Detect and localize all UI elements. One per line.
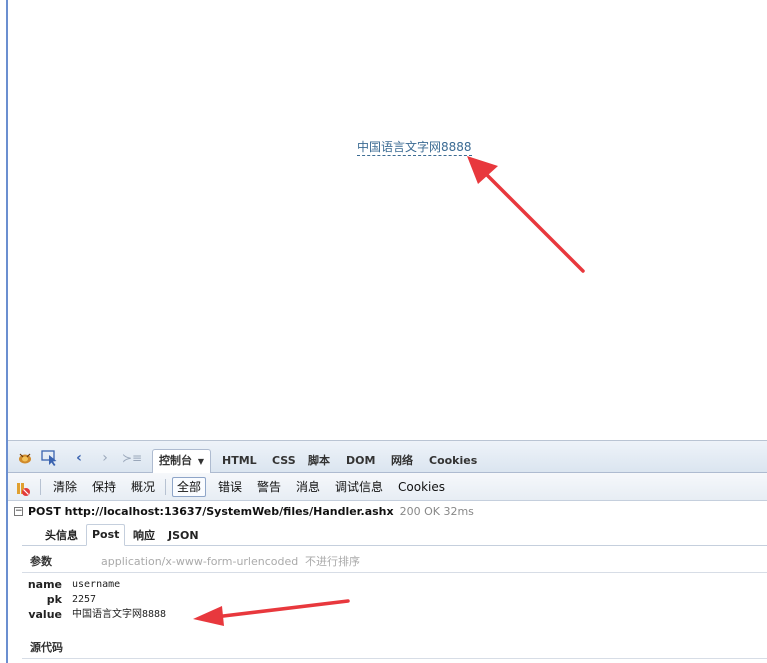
subtab-headers[interactable]: 头信息 xyxy=(40,527,83,544)
annotation-arrow-top xyxy=(467,156,585,273)
forward-icon[interactable]: › xyxy=(96,449,114,467)
source-header: 源代码 xyxy=(22,639,767,659)
back-icon[interactable]: ‹ xyxy=(70,449,88,467)
toolbar-separator xyxy=(40,479,41,495)
firebug-tab-bar: ‹ › ≻≡ 控制台 ▼ HTML CSS 脚本 DOM 网络 Cookies xyxy=(8,441,767,474)
chevron-down-icon[interactable]: ▼ xyxy=(198,457,204,466)
param-value: username xyxy=(72,579,121,590)
request-url: POST http://localhost:13637/SystemWeb/fi… xyxy=(28,505,394,518)
param-value: 2257 xyxy=(72,594,97,605)
persist-button[interactable]: 保持 xyxy=(88,478,120,496)
tab-dom[interactable]: DOM xyxy=(340,451,381,471)
toolbar-separator xyxy=(165,479,166,495)
no-sort-link[interactable]: 不进行排序 xyxy=(305,553,360,570)
subtab-json[interactable]: JSON xyxy=(163,527,204,544)
source-heading: 源代码 xyxy=(30,641,63,654)
params-header: 参数 application/x-www-form-urlencoded 不进行… xyxy=(22,553,767,573)
filter-info-button[interactable]: 消息 xyxy=(292,478,324,496)
param-name: pk xyxy=(46,593,62,606)
pause-break-icon[interactable] xyxy=(14,480,32,498)
request-status: 200 OK 32ms xyxy=(399,505,474,518)
screenshot-root: 中国语言文字网8888 ‹ › ≻≡ 控制台 ▼ HTML CSS 脚本 DOM… xyxy=(0,0,767,663)
param-value: 中国语言文字网8888 xyxy=(72,609,167,620)
request-entry[interactable]: − POST http://localhost:13637/SystemWeb/f… xyxy=(14,505,474,519)
filter-cookies-button[interactable]: Cookies xyxy=(394,478,449,496)
request-subtabs: 头信息 Post 响应 JSON xyxy=(22,524,767,546)
tab-css[interactable]: CSS xyxy=(266,451,302,471)
content-type-label: application/x-www-form-urlencoded xyxy=(101,555,299,568)
filter-errors-button[interactable]: 错误 xyxy=(214,478,246,496)
filter-all-button[interactable]: 全部 xyxy=(172,477,207,497)
filter-warnings-button[interactable]: 警告 xyxy=(253,478,285,496)
tab-console-label: 控制台 xyxy=(159,454,192,467)
params-heading: 参数 xyxy=(30,555,52,568)
collapse-toggle-icon[interactable]: − xyxy=(14,506,23,516)
console-toolbar xyxy=(8,473,767,501)
param-name: value xyxy=(28,608,62,621)
inspect-element-icon[interactable] xyxy=(41,449,59,467)
firebug-panel: ‹ › ≻≡ 控制台 ▼ HTML CSS 脚本 DOM 网络 Cookies xyxy=(8,440,767,663)
command-line-icon[interactable]: ≻≡ xyxy=(122,449,142,467)
subtab-post[interactable]: Post xyxy=(86,524,126,546)
tab-cookies[interactable]: Cookies xyxy=(423,451,483,471)
subtab-response[interactable]: 响应 xyxy=(128,527,160,544)
page-link-editable-value[interactable]: 中国语言文字网8888 xyxy=(357,139,472,156)
tab-net[interactable]: 网络 xyxy=(385,451,419,471)
firebug-logo-icon[interactable] xyxy=(16,449,34,467)
profile-button[interactable]: 概况 xyxy=(127,478,159,496)
param-name: name xyxy=(27,578,62,591)
clear-button[interactable]: 清除 xyxy=(49,478,81,496)
tab-console[interactable]: 控制台 ▼ xyxy=(152,449,211,474)
tab-html[interactable]: HTML xyxy=(216,451,263,471)
filter-debug-button[interactable]: 调试信息 xyxy=(331,478,387,496)
tab-script[interactable]: 脚本 xyxy=(302,451,336,471)
